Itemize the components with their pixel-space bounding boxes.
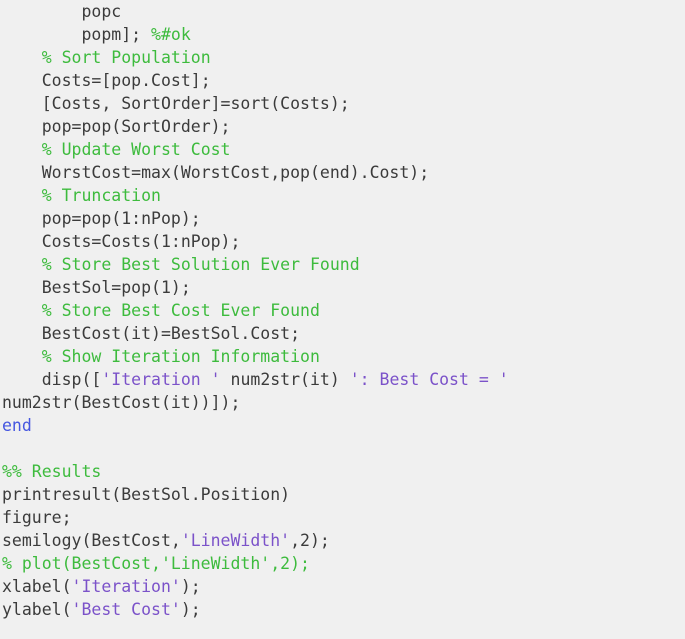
- code-line[interactable]: popc: [0, 0, 685, 23]
- code-token-plain: pop=pop(1:nPop);: [41, 209, 201, 228]
- code-line[interactable]: printresult(BestSol.Position): [0, 483, 685, 506]
- code-line[interactable]: % Sort Population: [0, 46, 685, 69]
- code-line[interactable]: % plot(BestCost,'LineWidth',2);: [0, 552, 685, 575]
- code-token-plain: num2str(it): [220, 370, 350, 389]
- code-line[interactable]: Costs=[pop.Cost];: [0, 69, 685, 92]
- code-line[interactable]: Costs=Costs(1:nPop);: [0, 230, 685, 253]
- code-token-string: 'Iteration': [71, 577, 181, 596]
- code-line[interactable]: % Store Best Solution Ever Found: [0, 253, 685, 276]
- code-line[interactable]: WorstCost=max(WorstCost,pop(end).Cost);: [0, 161, 685, 184]
- code-token-comment: %% Results: [2, 462, 102, 481]
- code-token-plain: num2str(BestCost(it))]);: [2, 393, 241, 412]
- code-token-plain: popc: [81, 2, 122, 21]
- code-token-comment: % Truncation: [41, 186, 161, 205]
- code-token-plain: ylabel(: [2, 600, 72, 619]
- code-token-plain: Costs=Costs(1:nPop);: [41, 232, 241, 251]
- code-token-plain: [Costs, SortOrder]=sort(Costs);: [41, 94, 350, 113]
- code-token-plain: ,2);: [290, 531, 330, 550]
- code-token-plain: BestCost(it)=BestSol.Cost;: [41, 324, 301, 343]
- code-line[interactable]: figure;: [0, 506, 685, 529]
- code-token-plain: semilogy(BestCost,: [2, 531, 181, 550]
- code-token-plain: BestSol=pop(1);: [41, 278, 191, 297]
- code-token-plain: figure;: [2, 508, 72, 527]
- code-token-plain: );: [180, 577, 201, 596]
- code-line[interactable]: ylabel('Best Cost');: [0, 598, 685, 621]
- code-line[interactable]: % Store Best Cost Ever Found: [0, 299, 685, 322]
- code-listing[interactable]: popc popm]; %#ok % Sort Population Costs…: [0, 0, 685, 639]
- code-token-plain: );: [180, 600, 201, 619]
- code-line[interactable]: BestSol=pop(1);: [0, 276, 685, 299]
- code-token-comment: % plot(BestCost,'LineWidth',2);: [2, 554, 310, 573]
- code-token-keyword: end: [2, 416, 32, 435]
- code-line[interactable]: [Costs, SortOrder]=sort(Costs);: [0, 92, 685, 115]
- code-line[interactable]: % Show Iteration Information: [0, 345, 685, 368]
- code-token-plain: Costs=[pop.Cost];: [41, 71, 211, 90]
- code-line[interactable]: semilogy(BestCost,'LineWidth',2);: [0, 529, 685, 552]
- code-line[interactable]: % Truncation: [0, 184, 685, 207]
- code-token-comment: % Show Iteration Information: [41, 347, 320, 366]
- code-line[interactable]: BestCost(it)=BestSol.Cost;: [0, 322, 685, 345]
- code-token-plain: WorstCost=max(WorstCost,pop(end).Cost);: [41, 163, 430, 182]
- code-token-plain: popm];: [81, 25, 152, 44]
- code-token-comment: % Store Best Cost Ever Found: [41, 301, 320, 320]
- code-line[interactable]: % Update Worst Cost: [0, 138, 685, 161]
- code-line[interactable]: popm]; %#ok: [0, 23, 685, 46]
- code-line[interactable]: disp(['Iteration ' num2str(it) ': Best C…: [0, 368, 685, 391]
- code-token-comment: % Update Worst Cost: [41, 140, 231, 159]
- code-token-comment: % Store Best Solution Ever Found: [41, 255, 360, 274]
- code-token-string: 'Iteration ': [101, 370, 221, 389]
- code-token-plain: xlabel(: [2, 577, 72, 596]
- code-token-comment: % Sort Population: [41, 48, 211, 67]
- code-token-string: 'Best Cost': [71, 600, 181, 619]
- code-line[interactable]: [0, 437, 685, 460]
- code-line[interactable]: pop=pop(1:nPop);: [0, 207, 685, 230]
- code-token-string: 'LineWidth': [180, 531, 291, 550]
- code-line[interactable]: %% Results: [0, 460, 685, 483]
- code-token-plain: printresult(BestSol.Position): [2, 485, 291, 504]
- code-line[interactable]: num2str(BestCost(it))]);: [0, 391, 685, 414]
- code-token-plain: pop=pop(SortOrder);: [41, 117, 231, 136]
- code-token-string: ': Best Cost = ': [349, 370, 509, 389]
- code-line[interactable]: end: [0, 414, 685, 437]
- code-token-plain: disp([: [41, 370, 102, 389]
- code-line[interactable]: xlabel('Iteration');: [0, 575, 685, 598]
- code-token-comment: %#ok: [151, 25, 191, 44]
- code-line[interactable]: pop=pop(SortOrder);: [0, 115, 685, 138]
